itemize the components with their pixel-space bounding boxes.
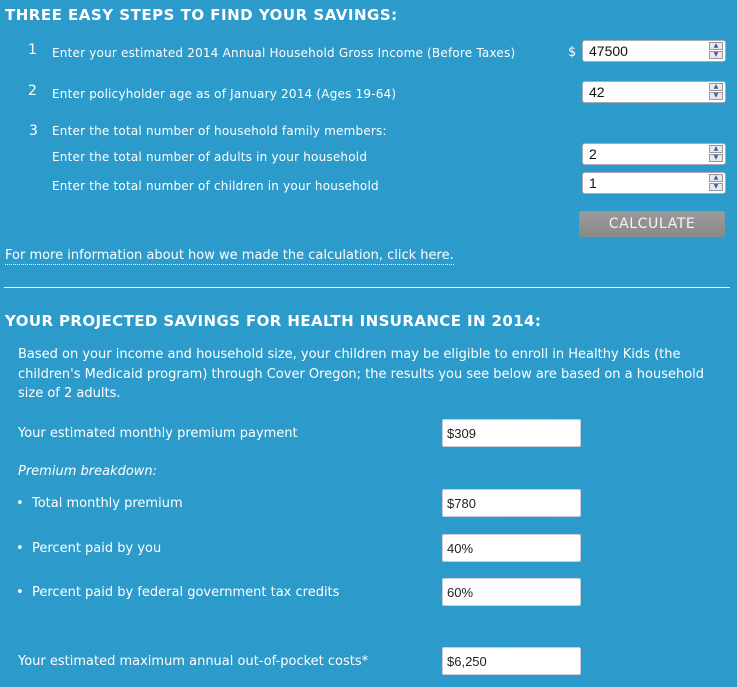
children-input[interactable]: 1 ▲ ▼ bbox=[582, 172, 726, 194]
adults-label: Enter the total number of adults in your… bbox=[52, 150, 368, 164]
age-input[interactable]: 42 ▲ ▼ bbox=[582, 81, 726, 103]
section-divider bbox=[4, 287, 730, 288]
age-label: Enter policyholder age as of January 201… bbox=[52, 87, 397, 101]
steps-heading: THREE EASY STEPS TO FIND YOUR SAVINGS: bbox=[5, 6, 398, 24]
step-1-number: 1 bbox=[28, 42, 37, 58]
monthly-premium-label: Your estimated monthly premium payment bbox=[18, 426, 298, 441]
spin-up-icon[interactable]: ▲ bbox=[709, 174, 723, 182]
spin-up-icon[interactable]: ▲ bbox=[709, 42, 723, 50]
total-premium-field[interactable]: $780 bbox=[442, 489, 581, 517]
percent-tax-credit-field[interactable]: 60% bbox=[442, 578, 581, 606]
calculation-info-link[interactable]: For more information about how we made t… bbox=[5, 248, 454, 265]
eligibility-note: Based on your income and household size,… bbox=[18, 347, 705, 401]
children-value: 1 bbox=[589, 175, 597, 191]
spin-up-icon[interactable]: ▲ bbox=[709, 145, 723, 153]
adults-value: 2 bbox=[589, 146, 597, 162]
bullet-icon: • bbox=[16, 496, 24, 511]
children-label: Enter the total number of children in yo… bbox=[52, 179, 379, 193]
income-input[interactable]: 47500 ▲ ▼ bbox=[582, 40, 726, 62]
currency-symbol: $ bbox=[568, 45, 577, 60]
age-value: 42 bbox=[589, 84, 605, 100]
percent-you-field[interactable]: 40% bbox=[442, 534, 581, 562]
total-premium-label: Total monthly premium bbox=[32, 496, 183, 511]
premium-breakdown-label: Premium breakdown: bbox=[18, 464, 158, 479]
income-value: 47500 bbox=[589, 43, 628, 59]
calculate-button[interactable]: CALCULATE bbox=[579, 211, 725, 237]
spin-down-icon[interactable]: ▼ bbox=[709, 183, 723, 191]
spin-down-icon[interactable]: ▼ bbox=[709, 154, 723, 162]
income-label: Enter your estimated 2014 Annual Househo… bbox=[52, 46, 516, 60]
bullet-icon: • bbox=[16, 541, 24, 556]
percent-you-label: Percent paid by you bbox=[32, 541, 162, 556]
results-heading: YOUR PROJECTED SAVINGS FOR HEALTH INSURA… bbox=[5, 312, 542, 330]
adults-input[interactable]: 2 ▲ ▼ bbox=[582, 143, 726, 165]
out-of-pocket-label: Your estimated maximum annual out-of-poc… bbox=[18, 654, 369, 669]
spin-up-icon[interactable]: ▲ bbox=[709, 83, 723, 91]
spin-down-icon[interactable]: ▼ bbox=[709, 51, 723, 59]
step-2-number: 2 bbox=[28, 83, 37, 99]
step-3-number: 3 bbox=[29, 123, 38, 139]
bullet-icon: • bbox=[16, 585, 24, 600]
out-of-pocket-field[interactable]: $6,250 bbox=[442, 647, 581, 675]
percent-tax-credit-label: Percent paid by federal government tax c… bbox=[32, 585, 340, 600]
household-members-label: Enter the total number of household fami… bbox=[52, 124, 387, 138]
spin-down-icon[interactable]: ▼ bbox=[709, 92, 723, 100]
monthly-premium-field[interactable]: $309 bbox=[442, 419, 581, 447]
